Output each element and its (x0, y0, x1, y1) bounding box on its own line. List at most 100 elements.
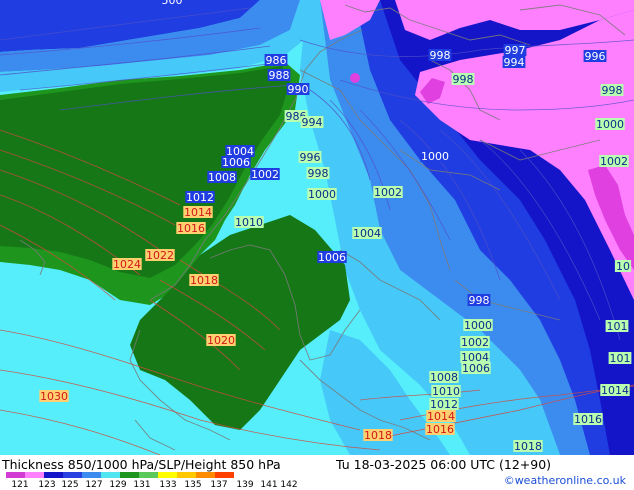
legend-swatch (196, 472, 215, 478)
isobar-label-text: 1010 (432, 385, 460, 398)
color-scale-ticks: 121 123 125 127 129 131 133 135 137 139 141 142 (2, 480, 322, 490)
isobar-label-text: 1016 (426, 423, 454, 436)
isobar-label-text: 996 (585, 50, 606, 63)
isobar-label-text: 1008 (208, 171, 236, 184)
isobar-label: 1012 (185, 191, 215, 204)
isobar-label: 1002 (460, 336, 490, 349)
isobar-label: 998 (600, 84, 624, 97)
isobar-label: 988 (267, 69, 291, 82)
isobar-label: 986 (264, 54, 288, 67)
isobar-label: 1014 (426, 410, 456, 423)
isobar-label-text: 1000 (596, 118, 624, 131)
isobar-label-text: 1020 (207, 334, 235, 347)
isobar-label-text: 986 (266, 54, 287, 67)
isobar-label-text: 1022 (146, 249, 174, 262)
legend-tick-label: 125 (61, 480, 79, 490)
isobar-label-text: 1016 (177, 222, 205, 235)
isobar-label: 1004 (352, 227, 382, 240)
legend-swatch (101, 472, 120, 478)
isobar-label-text: 1014 (427, 410, 455, 423)
legend-swatch (44, 472, 63, 478)
isobar-label: 994 (502, 56, 526, 69)
legend-swatch (82, 472, 101, 478)
isobar-label: 994 (300, 116, 324, 129)
legend-swatch (177, 472, 196, 478)
isobar-label: 1006 (317, 251, 347, 264)
isobar-label: 1006 (461, 362, 491, 375)
isobar-label-text: 1014 (601, 384, 629, 397)
legend-swatch (215, 472, 234, 478)
isobar-label-text: 1008 (430, 371, 458, 384)
isobar-label-text: 996 (300, 151, 321, 164)
isobar-label: 1010 (234, 216, 264, 229)
isobar-label-text: 994 (504, 56, 525, 69)
isobar-label: 1010 (431, 385, 461, 398)
legend-tick-label: 129 (109, 480, 127, 490)
isobar-label: 1018 (363, 429, 393, 442)
isobar-label-text: 1000 (421, 150, 449, 163)
isobar-label: 990 (286, 83, 310, 96)
isobar-label: 101 (608, 352, 632, 365)
isobar-label-text: 1004 (353, 227, 381, 240)
isobar-label-text: 1024 (113, 258, 141, 271)
isobar-label-text: 998 (602, 84, 623, 97)
isobar-label: 1018 (513, 440, 543, 453)
weather-map-view: 986 988 990 986 994 996 998 1000 1004 1006 1008 100… (0, 0, 634, 490)
isobar-label-text: 994 (302, 116, 323, 129)
credit-link[interactable]: ©weatheronline.co.uk (504, 474, 626, 487)
legend-swatch (63, 472, 82, 478)
isobar-label: 1016 (573, 413, 603, 426)
isobar-label-text: 1016 (574, 413, 602, 426)
legend-tick-label: 141 (260, 480, 278, 490)
isobar-label: 1002 (599, 155, 629, 168)
isobar-label: 1008 (429, 371, 459, 384)
isobar-label: 1000 (595, 118, 625, 131)
isobar-label: 998 (451, 73, 475, 86)
isobar-label: 1016 (425, 423, 455, 436)
isobar-label: 10 (614, 260, 632, 273)
legend-tick-label: 139 (236, 480, 254, 490)
isobar-label: 998 (428, 49, 452, 62)
isobar-label: 1006 (221, 156, 251, 169)
isobar-label: 996 (583, 50, 607, 63)
legend-swatch (139, 472, 158, 478)
isobar-label-text: 1006 (222, 156, 250, 169)
legend-tick-label: 137 (210, 480, 228, 490)
isobar-label-text: 1002 (374, 186, 402, 199)
isobar-label: 1018 (189, 274, 219, 287)
isobar-label: 1008 (207, 171, 237, 184)
legend-tick-label: 121 (11, 480, 29, 490)
isobar-label: 500 (160, 0, 184, 7)
isobar-label-text: 1006 (318, 251, 346, 264)
isobar-label-text: 1002 (461, 336, 489, 349)
legend-swatch (6, 472, 25, 478)
isobar-label-text: 1000 (464, 319, 492, 332)
isobar-label-text: 988 (269, 69, 290, 82)
isobar-label-text: 998 (308, 167, 329, 180)
legend-tick-label: 133 (159, 480, 177, 490)
isobar-label-text: 1030 (40, 390, 68, 403)
thickness-map: 9869889909869949969981000100410061008 100… (0, 0, 634, 455)
isobar-label-text: 500 (162, 0, 183, 7)
legend-tick-label: 123 (38, 480, 56, 490)
isobar-label-text: 10 (616, 260, 630, 273)
legend-tick-label: 135 (184, 480, 202, 490)
isobar-label: 1030 (39, 390, 69, 403)
legend-swatch (158, 472, 177, 478)
map-title: Thickness 850/1000 hPa/SLP/Height 850 hP… (2, 457, 281, 472)
isobar-label-text: 1000 (308, 188, 336, 201)
isobar-label: 1000 (307, 188, 337, 201)
isobar-label: 1014 (183, 206, 213, 219)
isobar-label: 1016 (176, 222, 206, 235)
isobar-label: 996 (298, 151, 322, 164)
isobar-label: 1002 (250, 168, 280, 181)
isobar-label-text: 1018 (190, 274, 218, 287)
legend-tick-label: 142 (280, 480, 298, 490)
isobar-label: 1020 (206, 334, 236, 347)
isobar-label: 1000 (463, 319, 493, 332)
isobar-label: 1014 (600, 384, 630, 397)
isobar-label-text: 1002 (251, 168, 279, 181)
isobar-label: 1022 (145, 249, 175, 262)
isobar-label: 998 (306, 167, 330, 180)
legend-swatch (120, 472, 139, 478)
